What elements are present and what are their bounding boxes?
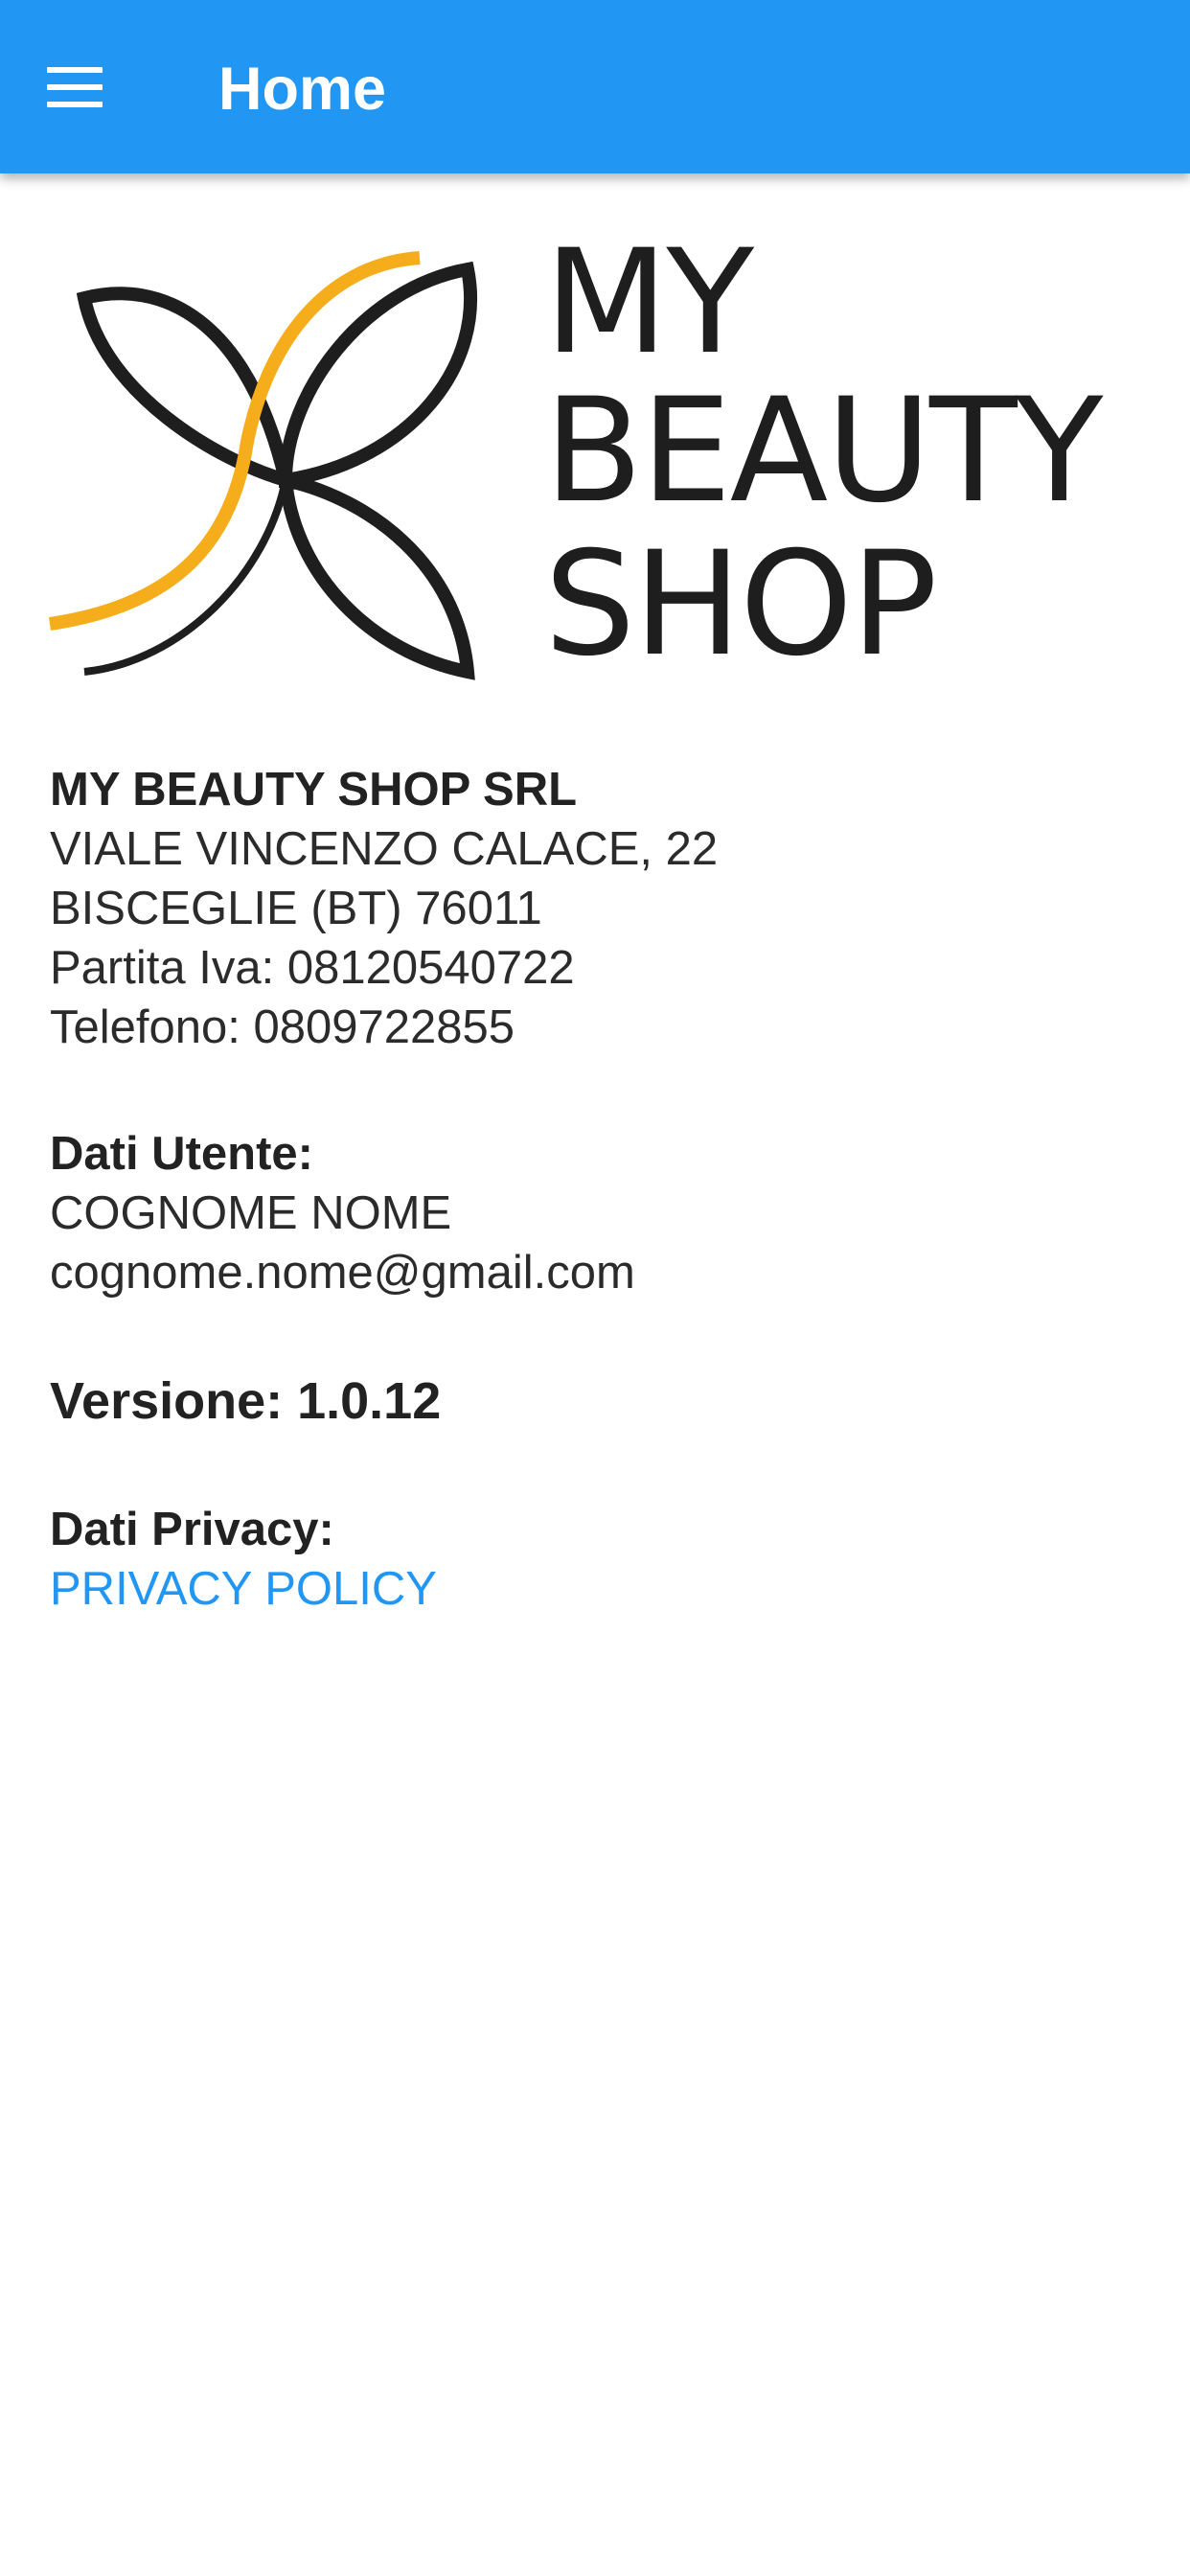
hamburger-menu-icon	[46, 66, 103, 107]
menu-button[interactable]	[29, 41, 120, 132]
company-vat: Partita Iva: 08120540722	[50, 942, 575, 994]
privacy-heading: Dati Privacy:	[50, 1504, 334, 1555]
company-phone: Telefono: 0809722855	[50, 1001, 515, 1053]
user-email: cognome.nome@gmail.com	[50, 1247, 635, 1299]
brand-line-1: MY	[544, 219, 754, 386]
brand-line-3: SHOP	[544, 521, 938, 688]
brand-logo: MY BEAUTY SHOP	[46, 231, 1148, 691]
company-name: MY BEAUTY SHOP SRL	[50, 764, 578, 816]
main-content: MY BEAUTY SHOP MY BEAUTY SHOP SRL VIALE …	[0, 173, 1190, 2576]
app-bar: Home	[0, 0, 1190, 173]
info-section: MY BEAUTY SHOP SRL VIALE VINCENZO CALACE…	[50, 760, 1152, 1619]
brand-line-2: BEAUTY	[544, 368, 1103, 535]
company-city: BISCEGLIE (BT) 76011	[50, 883, 542, 934]
user-name: COGNOME NOME	[50, 1187, 452, 1239]
privacy-policy-link[interactable]: PRIVACY POLICY	[50, 1559, 1152, 1619]
company-address: VIALE VINCENZO CALACE, 22	[50, 823, 719, 875]
user-heading: Dati Utente:	[50, 1128, 313, 1180]
brand-wordmark: MY BEAUTY SHOP	[544, 231, 1157, 691]
page-title: Home	[218, 56, 387, 123]
butterfly-logo-icon	[48, 251, 478, 680]
app-version: Versione: 1.0.12	[50, 1372, 442, 1430]
